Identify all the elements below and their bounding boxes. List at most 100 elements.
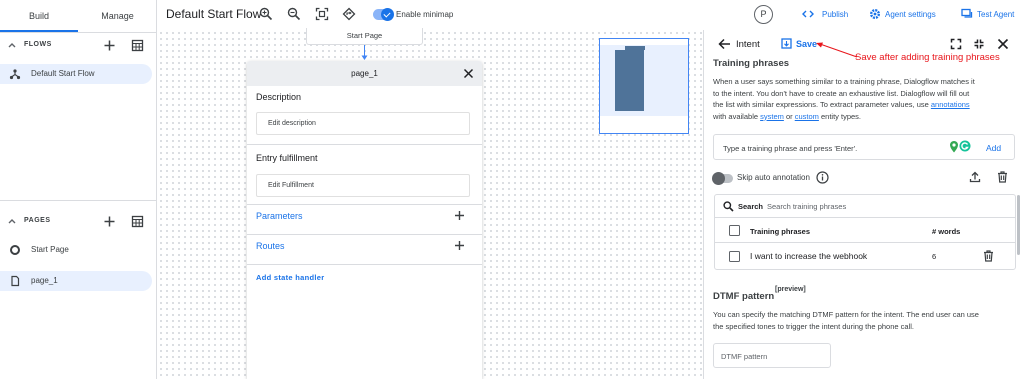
panel-scrollbar[interactable]	[1017, 195, 1020, 255]
divider	[247, 144, 482, 145]
location-pin-icon	[949, 140, 959, 154]
page-card-title: page_1	[351, 69, 378, 78]
tab-build-label: Build	[28, 11, 49, 21]
minimap-page-node	[615, 50, 644, 111]
page-item-start-page[interactable]: Start Page	[0, 240, 152, 260]
description-line: You can specify the matching DTMF patter…	[713, 310, 979, 319]
description-text: or	[783, 111, 795, 121]
search-icon	[723, 201, 734, 212]
toggle-knob	[381, 8, 394, 21]
row-checkbox[interactable]	[729, 251, 740, 262]
description-label: Description	[256, 92, 302, 102]
minimap-toggle[interactable]	[373, 8, 394, 21]
zoom-out-icon[interactable]	[287, 7, 301, 21]
chevron-up-icon[interactable]	[7, 216, 17, 226]
delete-icon[interactable]	[997, 171, 1008, 183]
zoom-in-icon[interactable]	[259, 7, 273, 21]
description-line: the specified tones to trigger the inten…	[713, 321, 914, 331]
close-icon[interactable]	[463, 68, 474, 79]
fullscreen-icon[interactable]	[950, 38, 962, 50]
back-arrow-icon[interactable]	[718, 38, 731, 50]
code-icon[interactable]	[802, 8, 814, 20]
table-view-icon[interactable]	[131, 215, 144, 228]
system-link[interactable]: system	[760, 112, 784, 121]
avatar[interactable]: P	[754, 5, 773, 24]
page-item-page-1[interactable]: page_1	[0, 271, 152, 291]
training-phrases-title: Training phrases	[713, 58, 790, 69]
add-state-handler-link[interactable]: Add state handler	[256, 273, 324, 282]
divider	[247, 234, 482, 235]
select-all-checkbox[interactable]	[729, 225, 740, 236]
add-phrase-button[interactable]: Add	[986, 143, 1001, 153]
upload-icon[interactable]	[969, 171, 981, 183]
divider	[247, 264, 482, 265]
reset-view-icon[interactable]	[342, 7, 356, 21]
description-line: to the intent. You don't have to create …	[713, 88, 970, 98]
table-view-icon[interactable]	[131, 39, 144, 52]
gear-icon[interactable]	[869, 8, 881, 20]
column-header-training-phrases: Training phrases	[750, 227, 811, 236]
add-route-icon[interactable]	[454, 240, 465, 251]
dtmf-preview-badge: [preview]	[775, 286, 806, 293]
routes-link[interactable]: Routes	[256, 241, 285, 251]
divider	[0, 200, 156, 201]
info-icon[interactable]	[816, 171, 829, 184]
skip-auto-annotation-toggle[interactable]	[712, 172, 733, 185]
annotations-link[interactable]: annotations	[931, 100, 970, 109]
collapse-icon[interactable]	[973, 38, 985, 50]
grammarly-icon[interactable]	[959, 140, 971, 152]
dtmf-pattern-input[interactable]: DTMF pattern	[713, 343, 831, 368]
panel-title: Intent	[736, 39, 760, 50]
search-label: Search	[738, 202, 764, 211]
training-phrase-placeholder: Type a training phrase and press 'Enter'…	[723, 144, 858, 153]
description-field[interactable]: Edit description	[256, 112, 470, 135]
custom-link[interactable]: custom	[795, 112, 819, 121]
training-phrase-text[interactable]: I want to increase the webhook	[750, 251, 867, 261]
entry-fulfillment-field[interactable]: Edit Fulfillment	[256, 174, 470, 197]
start-page-node[interactable]: Start Page	[306, 28, 423, 45]
minimap-viewport[interactable]	[600, 45, 688, 116]
agent-settings-button[interactable]: Agent settings	[885, 10, 936, 19]
description-placeholder: Edit description	[268, 120, 316, 127]
flow-item-default-start-flow[interactable]: Default Start Flow	[0, 64, 152, 84]
minimap[interactable]	[599, 38, 689, 134]
tab-manage[interactable]: Manage	[78, 0, 157, 32]
page-item-label: page_1	[31, 276, 58, 285]
fulfillment-placeholder: Edit Fulfillment	[268, 182, 314, 189]
minimap-label: Enable minimap	[396, 10, 454, 19]
delete-row-icon[interactable]	[983, 250, 994, 262]
pages-title: PAGES	[24, 217, 51, 224]
annotation-arrow-icon	[816, 42, 858, 58]
column-header-words: # words	[932, 227, 961, 236]
divider	[247, 204, 482, 205]
description-line: When a user says something similar to a …	[713, 77, 975, 86]
sidebar: Build Manage FLOWS Default Start Flow PA…	[0, 0, 157, 379]
add-parameter-icon[interactable]	[454, 210, 465, 221]
toggle-knob	[712, 172, 725, 185]
save-icon[interactable]	[781, 38, 792, 49]
fit-to-screen-icon[interactable]	[315, 7, 329, 21]
tab-manage-label: Manage	[101, 11, 134, 21]
description-line: the list with similar expressions. To ex…	[713, 99, 1018, 111]
page-item-label: Start Page	[31, 245, 69, 254]
add-flow-icon[interactable]	[103, 39, 116, 52]
tab-build[interactable]: Build	[0, 0, 78, 32]
circle-icon	[9, 244, 21, 256]
annotation-text: Save after adding training phrases	[855, 52, 1000, 63]
training-phrases-table: Search Search training phrases Training …	[714, 194, 1016, 270]
page-card: page_1 Description Edit description Entr…	[247, 61, 482, 379]
search-input[interactable]: Search training phrases	[767, 202, 846, 211]
publish-button[interactable]: Publish	[822, 10, 848, 19]
test-agent-button[interactable]: Test Agent	[977, 10, 1014, 19]
add-page-icon[interactable]	[103, 215, 116, 228]
chat-icon[interactable]	[961, 8, 973, 20]
pages-section-header: PAGES	[0, 210, 156, 234]
parameters-link[interactable]: Parameters	[256, 211, 303, 221]
table-row[interactable]: I want to increase the webhook 6	[715, 243, 1015, 269]
dtmf-title: DTMF pattern	[713, 291, 775, 302]
chevron-up-icon[interactable]	[7, 40, 17, 50]
close-panel-icon[interactable]	[997, 38, 1009, 50]
training-phrase-input[interactable]: Type a training phrase and press 'Enter'…	[713, 134, 1015, 160]
description-line: with available system or custom entity t…	[713, 111, 1018, 123]
flow-icon	[9, 68, 21, 80]
